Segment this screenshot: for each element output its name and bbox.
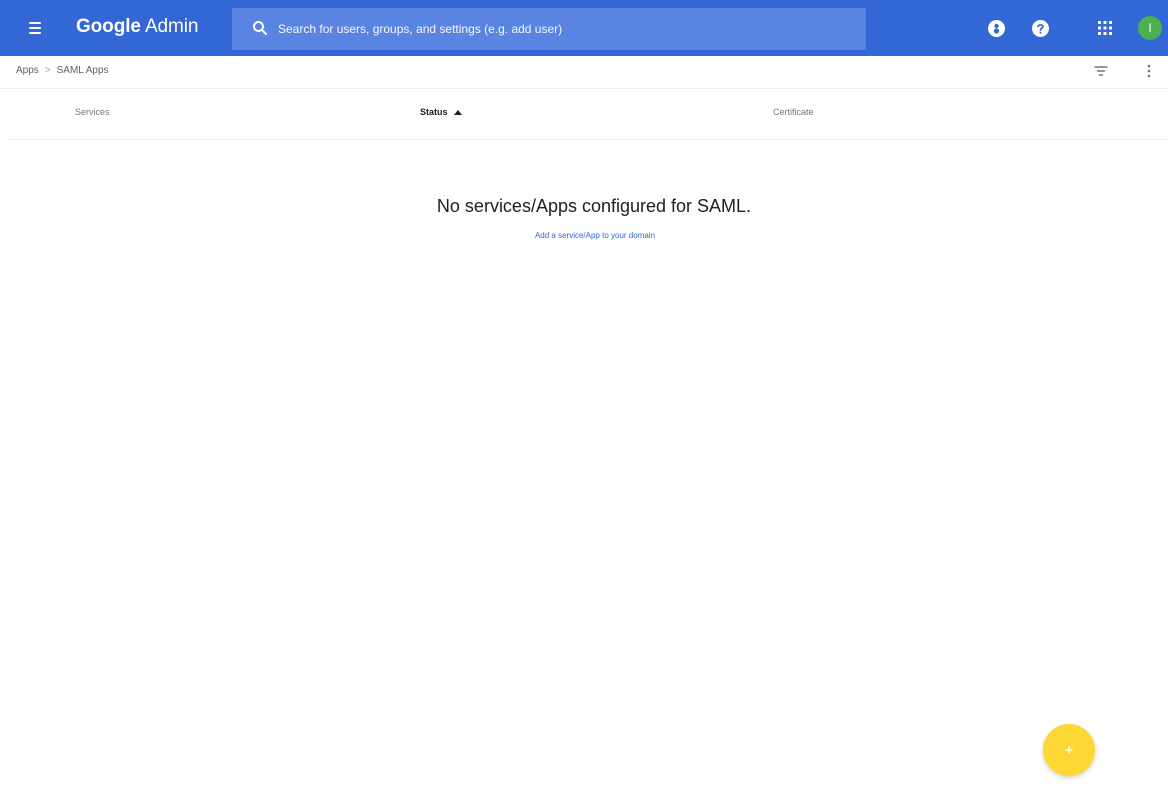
sort-ascending-icon — [454, 110, 463, 116]
brand-google: Google — [76, 16, 141, 37]
apps-grid-icon[interactable] — [1098, 21, 1112, 35]
plus-icon — [1065, 746, 1073, 754]
brand-admin: Admin — [144, 16, 199, 37]
breadcrumb-bar: Apps > SAML Apps — [0, 56, 1168, 89]
more-vert-icon[interactable] — [1144, 62, 1154, 80]
menu-icon[interactable] — [27, 19, 45, 37]
search-icon — [253, 21, 267, 35]
breadcrumb-separator: > — [44, 65, 51, 76]
add-service-link[interactable]: Add a service/App to your domain — [0, 231, 1168, 240]
column-services[interactable]: Services — [75, 107, 110, 117]
add-app-button[interactable] — [1043, 724, 1095, 776]
column-services-label: Services — [75, 107, 110, 117]
column-status-label: Status — [420, 107, 448, 117]
column-certificate-label: Certificate — [773, 107, 814, 117]
help-icon[interactable] — [1032, 20, 1049, 37]
empty-state-title: No services/Apps configured for SAML. — [436, 196, 752, 216]
search-box[interactable] — [232, 8, 866, 50]
search-input[interactable] — [278, 19, 838, 39]
avatar[interactable]: I — [1138, 16, 1162, 40]
column-certificate[interactable]: Certificate — [773, 107, 814, 117]
column-status[interactable]: Status — [420, 107, 463, 117]
top-app-bar: Google Admin I — [0, 0, 1168, 56]
notifications-icon[interactable] — [988, 20, 1005, 37]
breadcrumb-saml-apps: SAML Apps — [56, 65, 109, 76]
product-logo[interactable]: Google Admin — [76, 15, 198, 39]
breadcrumb: Apps > SAML Apps — [16, 65, 109, 76]
filter-icon[interactable] — [1093, 63, 1109, 79]
breadcrumb-apps[interactable]: Apps — [16, 65, 39, 76]
table-header: Services Status Certificate — [6, 88, 1168, 140]
